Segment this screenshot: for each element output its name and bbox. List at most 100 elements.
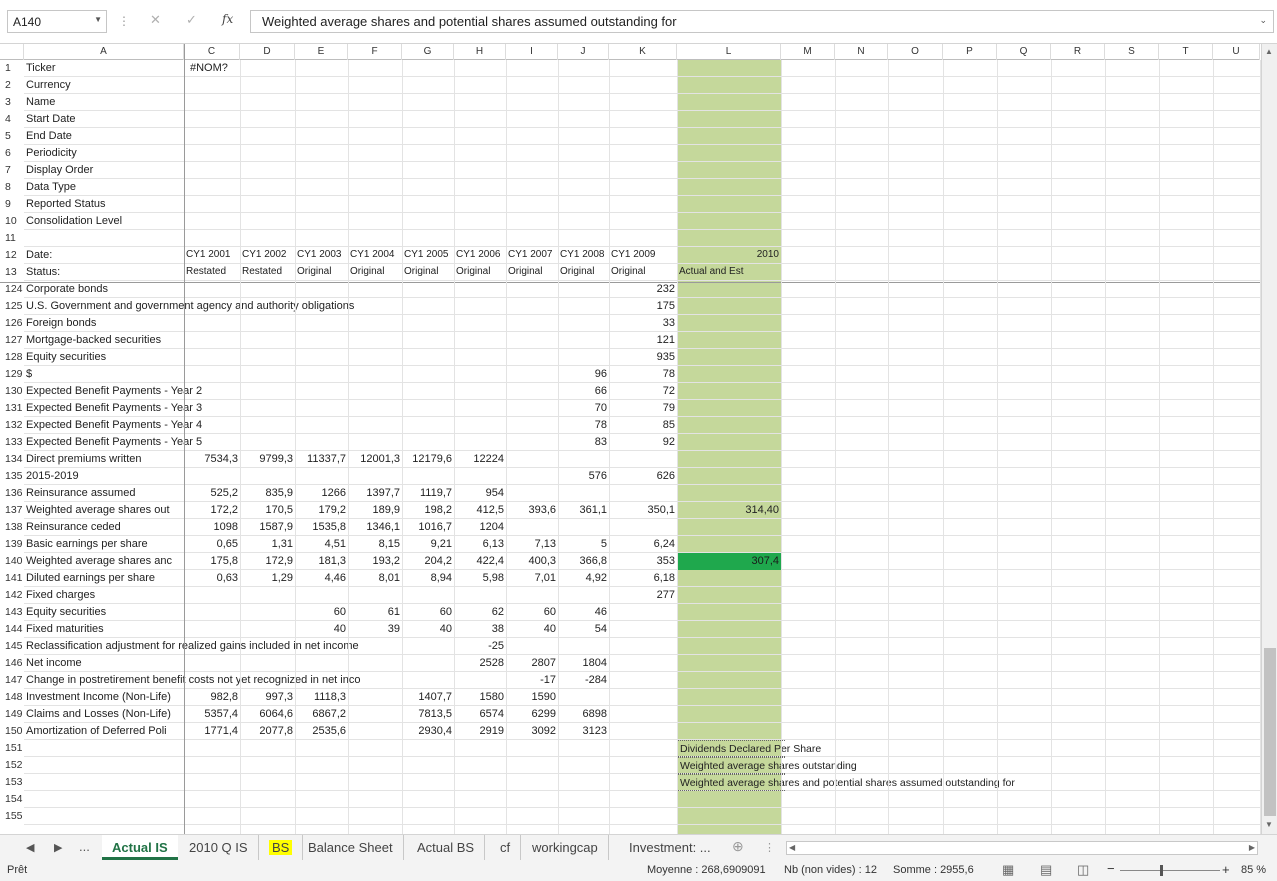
cell-j144[interactable]: 54 bbox=[558, 621, 609, 638]
tab-2010-q-is[interactable]: 2010 Q IS bbox=[179, 835, 259, 860]
page-break-icon[interactable]: ◫ bbox=[1077, 862, 1089, 878]
scroll-left-icon[interactable]: ◀ bbox=[789, 843, 795, 852]
cell-j133[interactable]: 83 bbox=[558, 434, 609, 451]
select-all-corner[interactable] bbox=[0, 44, 24, 60]
row-header[interactable]: 127 bbox=[0, 332, 24, 349]
cell-d149[interactable]: 6064,6 bbox=[240, 706, 295, 723]
row-header[interactable]: 152 bbox=[0, 757, 24, 774]
spreadsheet-grid[interactable]: ACDEFGHIJKLMNOPQRSTU 1 Ticker #NOM? 2 Curren… bbox=[0, 44, 1277, 834]
row-header[interactable]: 151 bbox=[0, 740, 24, 757]
cell-j135[interactable]: 576 bbox=[558, 468, 609, 485]
row-header[interactable]: 6 bbox=[0, 145, 24, 162]
cell-f137[interactable]: 189,9 bbox=[348, 502, 402, 519]
cell-g137[interactable]: 198,2 bbox=[402, 502, 454, 519]
cell-d139[interactable]: 1,31 bbox=[240, 536, 295, 553]
row-label-cell[interactable]: Reinsurance ceded bbox=[24, 519, 123, 536]
cell-c12[interactable]: CY1 2001 bbox=[184, 247, 242, 264]
row-label-cell[interactable]: Fixed charges bbox=[24, 587, 97, 604]
cell-c137[interactable]: 172,2 bbox=[184, 502, 240, 519]
row-header[interactable]: 145 bbox=[0, 638, 24, 655]
cell-c150[interactable]: 1771,4 bbox=[184, 723, 240, 740]
cell-k137[interactable]: 350,1 bbox=[609, 502, 677, 519]
cell-g134[interactable]: 12179,6 bbox=[402, 451, 454, 468]
column-header-r[interactable]: R bbox=[1051, 44, 1105, 60]
cell-k132[interactable]: 85 bbox=[609, 417, 677, 434]
cell-g140[interactable]: 204,2 bbox=[402, 553, 454, 570]
cell-f144[interactable]: 39 bbox=[348, 621, 402, 638]
more-options-icon[interactable]: ⋮ bbox=[118, 14, 130, 28]
cell-e150[interactable]: 2535,6 bbox=[295, 723, 348, 740]
column-header-h[interactable]: H bbox=[454, 44, 506, 60]
cell-f138[interactable]: 1346,1 bbox=[348, 519, 402, 536]
tab-next-icon[interactable]: ▶ bbox=[54, 841, 62, 854]
cell-i13[interactable]: Original bbox=[506, 264, 560, 281]
cell-j140[interactable]: 366,8 bbox=[558, 553, 609, 570]
row-label-cell[interactable]: $ bbox=[24, 366, 34, 383]
cell-c136[interactable]: 525,2 bbox=[184, 485, 240, 502]
cell-d137[interactable]: 170,5 bbox=[240, 502, 295, 519]
cell-f134[interactable]: 12001,3 bbox=[348, 451, 402, 468]
cell-d148[interactable]: 997,3 bbox=[240, 689, 295, 706]
row-label-cell[interactable]: Consolidation Level bbox=[24, 213, 124, 230]
row-header[interactable]: 138 bbox=[0, 519, 24, 536]
row-header[interactable]: 135 bbox=[0, 468, 24, 485]
row-label-cell[interactable]: Display Order bbox=[24, 162, 95, 179]
cell-e137[interactable]: 179,2 bbox=[295, 502, 348, 519]
cell-l151[interactable]: Dividends Declared Per Share bbox=[678, 740, 821, 757]
row-header[interactable]: 142 bbox=[0, 587, 24, 604]
cell-g136[interactable]: 1119,7 bbox=[402, 485, 454, 502]
cell-h143[interactable]: 62 bbox=[454, 604, 506, 621]
confirm-icon[interactable]: ✓ bbox=[186, 12, 197, 28]
column-header-o[interactable]: O bbox=[888, 44, 943, 60]
cell-d136[interactable]: 835,9 bbox=[240, 485, 295, 502]
cell-c1[interactable]: #NOM? bbox=[188, 60, 230, 77]
column-header-n[interactable]: N bbox=[835, 44, 888, 60]
column-header-f[interactable]: F bbox=[348, 44, 402, 60]
cell-l152[interactable]: Weighted average shares outstanding bbox=[678, 757, 857, 774]
tab-workingcap[interactable]: workingcap bbox=[522, 835, 609, 860]
row-header[interactable]: 12 bbox=[0, 247, 24, 264]
cell-j137[interactable]: 361,1 bbox=[558, 502, 609, 519]
cell-h137[interactable]: 412,5 bbox=[454, 502, 506, 519]
row-header[interactable]: 134 bbox=[0, 451, 24, 468]
formula-input[interactable]: Weighted average shares and potential sh… bbox=[250, 10, 1274, 33]
row-header[interactable]: 9 bbox=[0, 196, 24, 213]
row-label-cell[interactable]: Start Date bbox=[24, 111, 78, 128]
row-header[interactable]: 132 bbox=[0, 417, 24, 434]
cell-j139[interactable]: 5 bbox=[558, 536, 609, 553]
cell-l153[interactable]: Weighted average shares and potential sh… bbox=[678, 774, 1015, 791]
row-label-cell[interactable]: Mortgage-backed securities bbox=[24, 332, 163, 349]
row-header[interactable]: 148 bbox=[0, 689, 24, 706]
cell-i141[interactable]: 7,01 bbox=[506, 570, 558, 587]
row-label-cell[interactable]: Direct premiums written bbox=[24, 451, 144, 468]
column-header-t[interactable]: T bbox=[1159, 44, 1213, 60]
cell-j12[interactable]: CY1 2008 bbox=[558, 247, 611, 264]
row-header[interactable]: 7 bbox=[0, 162, 24, 179]
row-header[interactable]: 137 bbox=[0, 502, 24, 519]
normal-view-icon[interactable]: ▦ bbox=[1002, 862, 1014, 878]
cell-i147[interactable]: -17 bbox=[506, 672, 558, 689]
column-header-l[interactable]: L bbox=[677, 44, 781, 60]
cell-l140[interactable]: 307,4 bbox=[677, 553, 781, 570]
row-label-cell[interactable]: Expected Benefit Payments - Year 4 bbox=[24, 417, 204, 434]
cell-i146[interactable]: 2807 bbox=[506, 655, 558, 672]
row-header[interactable]: 150 bbox=[0, 723, 24, 740]
cell-g139[interactable]: 9,21 bbox=[402, 536, 454, 553]
row-header[interactable]: 131 bbox=[0, 400, 24, 417]
cell-d12[interactable]: CY1 2002 bbox=[240, 247, 297, 264]
cell-c141[interactable]: 0,63 bbox=[184, 570, 240, 587]
cell-i144[interactable]: 40 bbox=[506, 621, 558, 638]
row-header[interactable]: 11 bbox=[0, 230, 24, 247]
column-header-i[interactable]: I bbox=[506, 44, 558, 60]
row-label-cell[interactable]: Expected Benefit Payments - Year 5 bbox=[24, 434, 204, 451]
row-header[interactable]: 147 bbox=[0, 672, 24, 689]
cell-k130[interactable]: 72 bbox=[609, 383, 677, 400]
tab-bs[interactable]: BS bbox=[259, 835, 304, 860]
cell-d134[interactable]: 9799,3 bbox=[240, 451, 295, 468]
row-label-cell[interactable]: Corporate bonds bbox=[24, 281, 110, 298]
row-label-cell[interactable]: Currency bbox=[24, 77, 73, 94]
cell-j13[interactable]: Original bbox=[558, 264, 611, 281]
cell-c138[interactable]: 1098 bbox=[184, 519, 240, 536]
row-header[interactable]: 136 bbox=[0, 485, 24, 502]
tab-cf[interactable]: cf bbox=[490, 835, 522, 860]
